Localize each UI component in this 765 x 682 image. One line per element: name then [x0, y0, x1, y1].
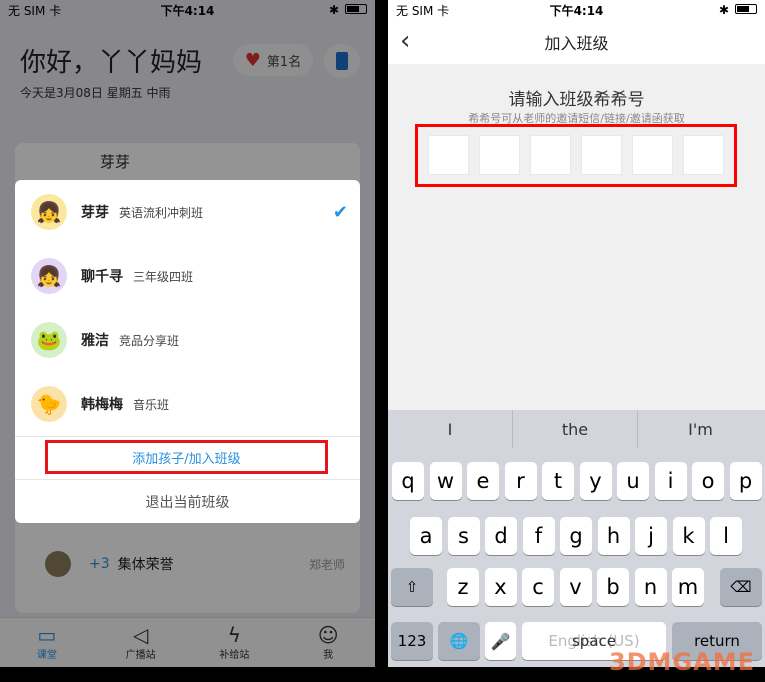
- key-l[interactable]: l: [710, 517, 742, 555]
- left-screen: 无 SIM 卡 下午4:14 ✱ 你好，丫丫妈妈 今天是3月08日 星期五 中雨…: [0, 0, 375, 667]
- key-j[interactable]: j: [635, 517, 667, 555]
- key-r[interactable]: r: [504, 462, 537, 500]
- key-v[interactable]: v: [559, 568, 592, 606]
- globe-key[interactable]: 🌐: [438, 622, 480, 660]
- key-a[interactable]: a: [410, 517, 442, 555]
- key-n[interactable]: n: [634, 568, 667, 606]
- key-x[interactable]: x: [484, 568, 517, 606]
- key-i[interactable]: i: [654, 462, 687, 500]
- numbers-key[interactable]: 123: [391, 622, 433, 660]
- keyboard: I the I'm ⇧ ⌫ 123 🌐 🎤 English (US) space …: [388, 410, 765, 667]
- watermark-logo: 3DMGAME: [608, 648, 755, 676]
- child-name: 雅洁: [81, 333, 109, 349]
- avatar: 🐤: [31, 386, 67, 422]
- avatar: 👧: [31, 258, 67, 294]
- key-c[interactable]: c: [522, 568, 554, 606]
- key-s[interactable]: s: [447, 517, 480, 555]
- prompt-title: 请输入班级希希号: [508, 90, 645, 110]
- suggestion[interactable]: I: [388, 410, 513, 448]
- key-f[interactable]: f: [522, 517, 555, 555]
- mic-key[interactable]: 🎤: [485, 622, 516, 660]
- key-t[interactable]: t: [542, 462, 574, 500]
- avatar: 🐸: [31, 322, 67, 358]
- right-screen: 无 SIM 卡 下午4:14 ✱ ‹ 加入班级 请输入班级希希号 希希号可从老师…: [388, 0, 765, 667]
- child-class: 竞品分享班: [119, 333, 180, 348]
- code-cell[interactable]: [581, 135, 622, 175]
- child-row[interactable]: 🐤 韩梅梅 音乐班: [15, 372, 360, 436]
- child-row[interactable]: 👧 芽芽 英语流利冲刺班 ✔: [15, 180, 360, 244]
- child-class: 英语流利冲刺班: [119, 205, 204, 220]
- globe-icon: 🌐: [449, 632, 469, 650]
- child-class: 三年级四班: [133, 269, 194, 284]
- quit-class-button[interactable]: 退出当前班级: [15, 480, 360, 523]
- child-name: 韩梅梅: [81, 397, 123, 413]
- key-g[interactable]: g: [560, 517, 592, 555]
- code-cell[interactable]: [530, 135, 571, 175]
- key-d[interactable]: d: [485, 517, 517, 555]
- microphone-icon: 🎤: [490, 631, 511, 651]
- key-z[interactable]: z: [447, 568, 479, 606]
- key-w[interactable]: w: [429, 462, 462, 500]
- delete-key[interactable]: ⌫: [720, 568, 762, 606]
- key-b[interactable]: b: [597, 568, 629, 606]
- suggestion[interactable]: I'm: [638, 410, 763, 448]
- key-m[interactable]: m: [672, 568, 704, 606]
- key-u[interactable]: u: [617, 462, 649, 500]
- key-p[interactable]: p: [729, 462, 762, 500]
- clock: 下午4:14: [549, 3, 604, 18]
- status-bar: 无 SIM 卡 下午4:14 ✱: [388, 0, 765, 20]
- child-row[interactable]: 👧 聊千寻 三年级四班: [15, 244, 360, 308]
- child-name: 聊千寻: [81, 269, 123, 285]
- code-cell[interactable]: [428, 135, 469, 175]
- key-q[interactable]: q: [392, 462, 424, 500]
- key-o[interactable]: o: [692, 462, 724, 500]
- back-chevron-icon[interactable]: ‹: [400, 26, 410, 56]
- code-cell[interactable]: [479, 135, 520, 175]
- code-cell[interactable]: [683, 135, 724, 175]
- child-class: 音乐班: [133, 397, 170, 412]
- child-row[interactable]: 🐸 雅洁 竞品分享班: [15, 308, 360, 372]
- child-switcher-sheet: 👧 芽芽 英语流利冲刺班 ✔ 👧 聊千寻 三年级四班 🐸 雅洁 竞品分享班 🐤 韩梅梅 音乐班 添…: [15, 180, 360, 523]
- key-y[interactable]: y: [579, 462, 612, 500]
- page-title: 加入班级: [544, 34, 609, 53]
- key-e[interactable]: e: [467, 462, 499, 500]
- divider: [15, 436, 360, 437]
- code-cell[interactable]: [632, 135, 673, 175]
- key-h[interactable]: h: [597, 517, 630, 555]
- code-input-group: [415, 124, 737, 187]
- check-icon: ✔: [332, 201, 348, 223]
- key-k[interactable]: k: [672, 517, 705, 555]
- shift-key[interactable]: ⇧: [391, 568, 433, 606]
- add-child-join-class-button[interactable]: 添加孩子/加入班级: [45, 440, 328, 474]
- suggestion[interactable]: the: [513, 410, 638, 448]
- child-name: 芽芽: [81, 205, 109, 221]
- nav-bar: ‹ 加入班级: [388, 20, 765, 64]
- avatar: 👧: [31, 194, 67, 230]
